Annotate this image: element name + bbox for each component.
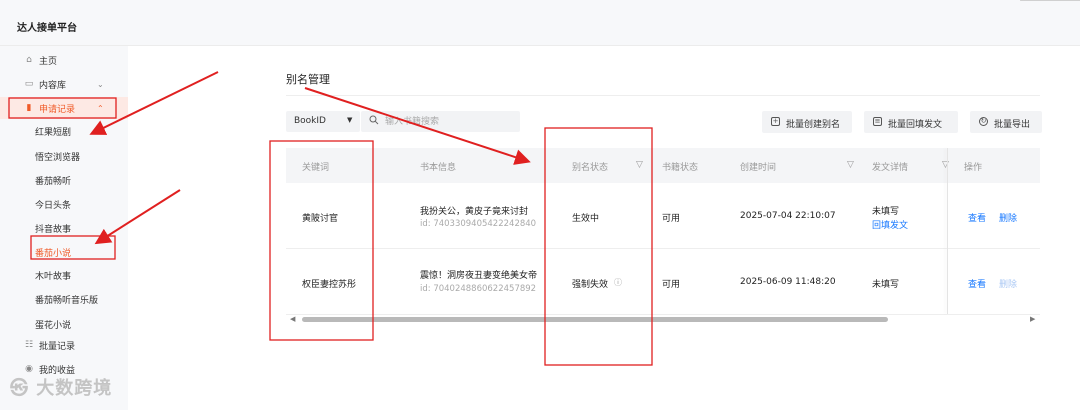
view-link[interactable]: 查看	[968, 211, 986, 224]
header-created-at: 创建时间	[740, 163, 777, 173]
search-icon	[369, 115, 379, 125]
sidebar-item-applications[interactable]: ▮ 申请记录 ⌃	[0, 97, 128, 119]
search-input[interactable]	[385, 114, 513, 129]
document-icon: ≡	[873, 117, 882, 126]
filter-select[interactable]: BookID ▼	[286, 111, 360, 132]
header-book-status: 书籍状态	[662, 163, 699, 173]
filter-icon[interactable]: ▽	[636, 160, 643, 170]
batch-export-button[interactable]: ↻ 批量导出	[970, 111, 1042, 133]
window-edge	[1020, 0, 1080, 4]
book-status-cell: 可用	[662, 280, 681, 290]
alias-status-cell: 生效中	[572, 214, 600, 224]
sidebar-item-label: 内容库	[39, 80, 67, 91]
top-bar: 达人接单平台	[0, 0, 1080, 46]
plus-square-icon: +	[771, 117, 780, 126]
sidebar-subitem[interactable]: 番茄畅听音乐版	[0, 288, 128, 310]
sidebar-subitem[interactable]: 今日头条	[0, 193, 128, 215]
coin-icon: ◉	[25, 364, 33, 374]
batch-fill-post-button[interactable]: ≡ 批量回填发文	[864, 111, 958, 133]
sidebar-subitem[interactable]: 红果短剧	[0, 120, 128, 142]
header-book-info: 书本信息	[420, 163, 457, 173]
search-box[interactable]	[361, 111, 520, 132]
document-icon: ▮	[26, 103, 32, 113]
table-header: 关键词 书本信息 别名状态 ▽ 书籍状态 创建时间 ▽ 发文详情 ▽ 操作	[286, 148, 1040, 183]
sidebar-item-batch-records[interactable]: ☷ 批量记录	[0, 334, 128, 356]
fill-post-link[interactable]: 回填发文	[872, 218, 908, 231]
sidebar-subitem[interactable]: 悟空浏览器	[0, 145, 128, 167]
book-title-cell: 我扮关公，黄皮子竟来讨封	[420, 207, 529, 217]
scrollbar-thumb[interactable]	[302, 317, 888, 322]
chevron-up-icon: ⌃	[97, 103, 104, 113]
list-icon: ☷	[24, 340, 34, 350]
book-id-cell: id: 7040248860622457892	[420, 284, 537, 294]
header-alias-status: 别名状态	[572, 163, 609, 173]
fixed-column-divider	[947, 148, 948, 314]
delete-link[interactable]: 删除	[999, 211, 1017, 224]
sidebar-subitem[interactable]: 蛋花小说	[0, 313, 128, 335]
sidebar-item-label: 申请记录	[39, 104, 76, 115]
horizontal-scrollbar[interactable]: ◀ ▶	[290, 315, 1038, 323]
sidebar-item-home[interactable]: ⌂ 主页	[0, 49, 128, 71]
batch-create-alias-button[interactable]: + 批量创建别名	[762, 111, 852, 133]
filter-icon[interactable]: ▽	[847, 160, 854, 170]
created-at-cell: 2025-07-04 22:10:07	[740, 211, 836, 221]
post-detail-cell: 未填写	[872, 280, 900, 290]
book-title-cell: 震惊！洞房夜丑妻变绝美女帝	[420, 271, 538, 281]
delete-link-disabled: 删除	[999, 280, 1018, 290]
view-link[interactable]: 查看	[968, 277, 986, 290]
sidebar-item-label: 批量记录	[39, 341, 76, 352]
app-title: 达人接单平台	[17, 23, 77, 34]
table-row: 权臣妻控苏彤 震惊！洞房夜丑妻变绝美女帝 id: 704024886062245…	[286, 250, 1040, 315]
header-actions: 操作	[964, 163, 983, 173]
watermark-logo-icon: ㉿	[10, 378, 29, 399]
sidebar-subitem[interactable]: 抖音故事	[0, 217, 128, 239]
info-icon[interactable]: ⓘ	[614, 277, 622, 288]
sidebar-subitem[interactable]: 木叶故事	[0, 264, 128, 286]
filter-select-value: BookID	[294, 116, 326, 126]
created-at-cell: 2025-06-09 11:48:20	[740, 277, 836, 287]
sidebar-subitem-active[interactable]: 番茄小说	[0, 241, 128, 263]
header-keyword: 关键词	[302, 163, 330, 173]
export-icon: ↻	[979, 117, 988, 126]
alias-table: 关键词 书本信息 别名状态 ▽ 书籍状态 创建时间 ▽ 发文详情 ▽ 操作 黄陂…	[286, 148, 1040, 328]
home-icon: ⌂	[26, 55, 32, 65]
header-post-detail: 发文详情	[872, 163, 909, 173]
alias-status-cell: 强制失效	[572, 280, 609, 290]
table-row: 黄陂讨官 我扮关公，黄皮子竟来讨封 id: 740330940542224284…	[286, 184, 1040, 249]
scroll-right-icon[interactable]: ▶	[1030, 315, 1035, 323]
chevron-down-icon: ⌄	[97, 79, 104, 89]
page-title: 别名管理	[286, 73, 330, 86]
keyword-cell: 黄陂讨官	[302, 214, 339, 224]
sidebar-subitem[interactable]: 番茄畅听	[0, 169, 128, 191]
book-status-cell: 可用	[662, 214, 681, 224]
sidebar-item-content-library[interactable]: ▭ 内容库 ⌄	[0, 73, 128, 95]
scroll-left-icon[interactable]: ◀	[290, 315, 295, 323]
watermark: ㉿ 大数跨境	[10, 378, 113, 399]
caret-down-icon: ▼	[347, 116, 353, 124]
keyword-cell: 权臣妻控苏彤	[302, 280, 357, 290]
title-divider	[286, 95, 1040, 96]
book-id-cell: id: 7403309405422242840	[420, 219, 537, 229]
post-detail-cell: 未填写	[872, 207, 900, 217]
content-library-icon: ▭	[24, 79, 34, 89]
sidebar-item-label: 主页	[39, 56, 58, 67]
